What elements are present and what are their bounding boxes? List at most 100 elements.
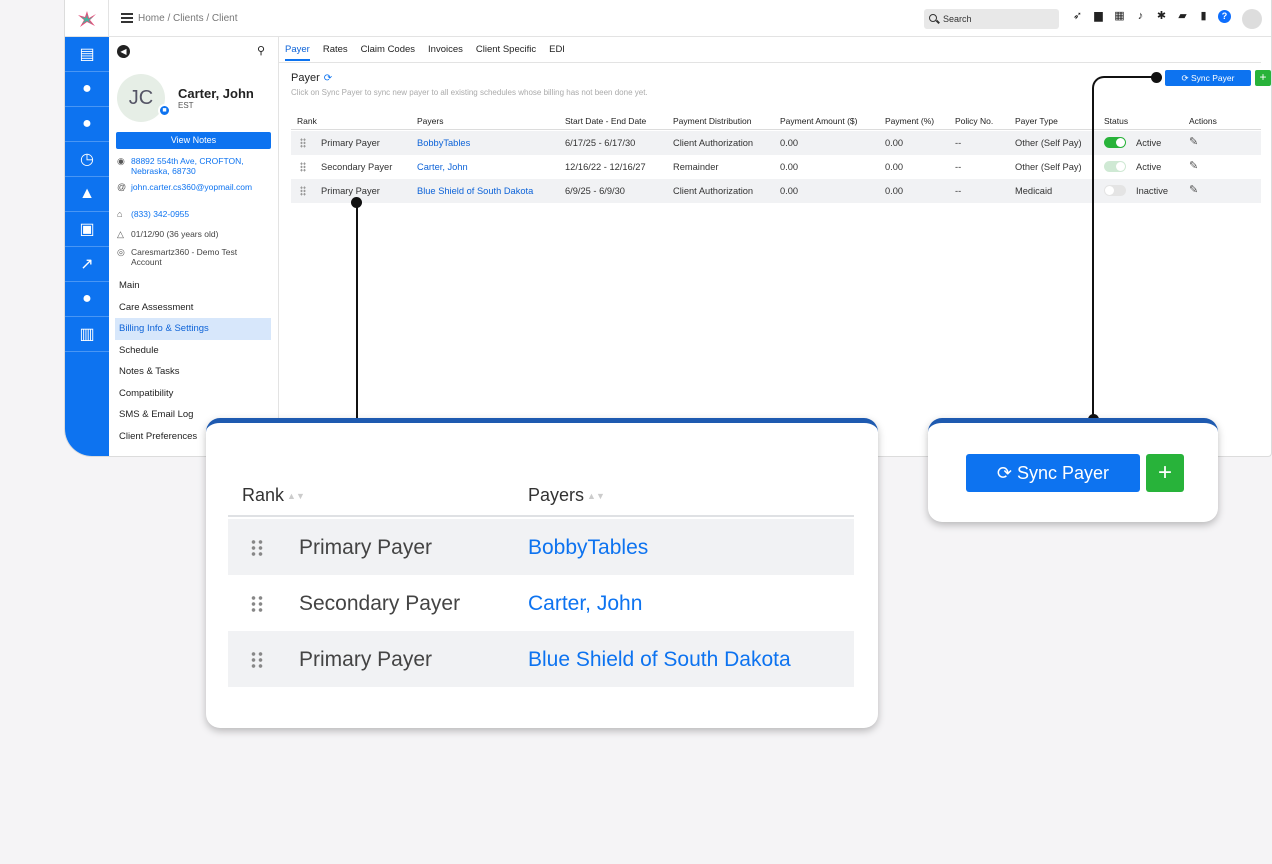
row-rank: Primary Payer [321, 186, 380, 196]
view-notes-button[interactable]: View Notes [116, 132, 271, 149]
sync-payer-button[interactable]: ⟳ Sync Payer [1165, 70, 1251, 86]
sync-icon: ⟳ [996, 463, 1018, 483]
tab-edi[interactable]: EDI [549, 44, 565, 61]
zoom-row-payer[interactable]: Carter, John [528, 592, 642, 616]
header-status[interactable]: Status [1104, 116, 1128, 126]
camera-icon[interactable]: ■ [158, 104, 171, 117]
presentation-icon[interactable]: ▣ [65, 212, 109, 247]
schedule-icon[interactable]: ◷ [65, 142, 109, 177]
row-payer[interactable]: Blue Shield of South Dakota [417, 186, 533, 196]
header-percent[interactable]: Payment (%) [885, 116, 934, 126]
chart-icon[interactable]: ↗ [65, 247, 109, 282]
payer-subtitle: Click on Sync Payer to sync new payer to… [291, 88, 648, 97]
zoom-header-rank-text: Rank [242, 485, 285, 505]
tab-client-specific[interactable]: Client Specific [476, 44, 536, 61]
zoom-header-payers[interactable]: Payers ▲▼ [528, 485, 605, 506]
drag-handle-icon[interactable] [300, 186, 306, 196]
zoom-header-rank[interactable]: Rank ▲▼ [242, 485, 305, 506]
menu-item-schedule[interactable]: Schedule [115, 340, 271, 362]
client-phone[interactable]: (833) 342-0955 [131, 209, 261, 219]
help-icon[interactable]: ? [1218, 10, 1231, 23]
client-address[interactable]: 88892 554th Ave, CROFTON, Nebraska, 6873… [131, 156, 261, 176]
bell-icon[interactable]: ♪ [1134, 10, 1147, 23]
menu-item-care-assessment[interactable]: Care Assessment [115, 297, 271, 319]
row-payer[interactable]: Carter, John [417, 162, 468, 172]
rocket-icon[interactable]: ➶ [1071, 10, 1084, 23]
back-icon[interactable]: ◀ [117, 45, 130, 58]
document-icon[interactable]: ▆ [1092, 10, 1105, 23]
header-distribution[interactable]: Payment Distribution [673, 116, 751, 126]
zoom-row-payer[interactable]: Blue Shield of South Dakota [528, 648, 791, 672]
table-row[interactable]: Secondary Payer Carter, John 12/16/22 - … [291, 155, 1261, 179]
breadcrumb[interactable]: Home / Clients / Client [138, 13, 237, 24]
row-percent: 0.00 [885, 162, 904, 172]
gear-icon[interactable]: ✱ [1155, 10, 1168, 23]
status-toggle[interactable] [1104, 137, 1126, 148]
employee-icon[interactable]: ● [65, 107, 109, 142]
calendar-icon[interactable]: ▦ [1113, 10, 1126, 23]
client-icon[interactable]: ● [65, 72, 109, 107]
zoom-sync-payer-button[interactable]: ⟳ Sync Payer [966, 454, 1140, 492]
chat-icon[interactable]: ▰ [1176, 10, 1189, 23]
drag-handle-icon[interactable] [250, 595, 264, 613]
menu-toggle-icon[interactable] [121, 13, 133, 23]
menu-item-main[interactable]: Main [115, 275, 271, 297]
edit-icon[interactable]: ✎ [1189, 159, 1198, 172]
user-avatar[interactable] [1242, 9, 1262, 29]
drag-handle-icon[interactable] [250, 539, 264, 557]
header-type[interactable]: Payer Type [1015, 116, 1058, 126]
tab-claim-codes[interactable]: Claim Codes [361, 44, 415, 61]
zoom-row-rank: Primary Payer [299, 648, 433, 671]
edit-icon[interactable]: ✎ [1189, 135, 1198, 148]
status-toggle[interactable] [1104, 161, 1126, 172]
zoom-table-row[interactable]: Secondary Payer Carter, John [228, 575, 854, 631]
table-row[interactable]: Primary Payer Blue Shield of South Dakot… [291, 179, 1261, 203]
row-payer[interactable]: BobbyTables [417, 138, 470, 148]
tab-payer[interactable]: Payer [285, 44, 310, 61]
client-email[interactable]: john.carter.cs360@yopmail.com [131, 182, 255, 192]
row-type: Other (Self Pay) [1015, 162, 1082, 172]
menu-item-billing[interactable]: Billing Info & Settings [115, 318, 271, 340]
row-policy: -- [955, 138, 962, 148]
client-panel: ◀ ⚲ JC ■ Carter, John EST View Notes ◉ 88… [109, 37, 279, 456]
header-payers[interactable]: Payers [417, 116, 443, 126]
lab-icon[interactable]: ▲ [65, 177, 109, 212]
zoom-add-payer-button[interactable]: + [1146, 454, 1184, 492]
dashboard-icon[interactable]: ▤ [65, 37, 109, 72]
zoom-row-payer[interactable]: BobbyTables [528, 536, 648, 560]
zoom-table-row[interactable]: Primary Payer Blue Shield of South Dakot… [228, 631, 854, 687]
drag-handle-icon[interactable] [300, 162, 306, 172]
header-rank[interactable]: Rank [297, 116, 317, 126]
tab-bar: Payer Rates Claim Codes Invoices Client … [285, 44, 565, 61]
bookmark-icon[interactable]: ▮ [1197, 10, 1210, 23]
billing-icon[interactable]: ▥ [65, 317, 109, 352]
user-settings-icon[interactable]: ● [65, 282, 109, 317]
header-amount[interactable]: Payment Amount ($) [780, 116, 857, 126]
menu-item-notes-tasks[interactable]: Notes & Tasks [115, 361, 271, 383]
zoom-callout-table: Rank ▲▼ Payers ▲▼ Primary Payer BobbyTable… [206, 418, 878, 728]
header-dates[interactable]: Start Date - End Date [565, 116, 646, 126]
app-logo[interactable] [65, 0, 109, 37]
person-search-icon[interactable]: ⚲ [257, 44, 265, 57]
add-payer-button[interactable]: + [1255, 70, 1271, 86]
drag-handle-icon[interactable] [250, 651, 264, 669]
header-policy[interactable]: Policy No. [955, 116, 993, 126]
search-input[interactable]: Search [924, 9, 1059, 29]
row-distribution: Client Authorization [673, 138, 754, 148]
zoom-table-row[interactable]: Primary Payer BobbyTables [228, 519, 854, 575]
tab-invoices[interactable]: Invoices [428, 44, 463, 61]
row-type: Other (Self Pay) [1015, 138, 1082, 148]
status-toggle[interactable] [1104, 185, 1126, 196]
tab-rates[interactable]: Rates [323, 44, 348, 61]
search-placeholder: Search [943, 14, 972, 24]
zoom-callout-sync: ⟳ Sync Payer + [928, 418, 1218, 522]
menu-item-compatibility[interactable]: Compatibility [115, 383, 271, 405]
row-amount: 0.00 [780, 186, 799, 196]
table-row[interactable]: Primary Payer BobbyTables 6/17/25 - 6/17… [291, 131, 1261, 155]
drag-handle-icon[interactable] [300, 138, 306, 148]
phone-row: ⌂ (833) 342-0955 [117, 209, 261, 219]
refresh-icon[interactable]: ⟳ [324, 73, 332, 84]
zoom-row-rank: Primary Payer [299, 536, 433, 559]
row-status: Inactive [1136, 186, 1169, 196]
edit-icon[interactable]: ✎ [1189, 183, 1198, 196]
